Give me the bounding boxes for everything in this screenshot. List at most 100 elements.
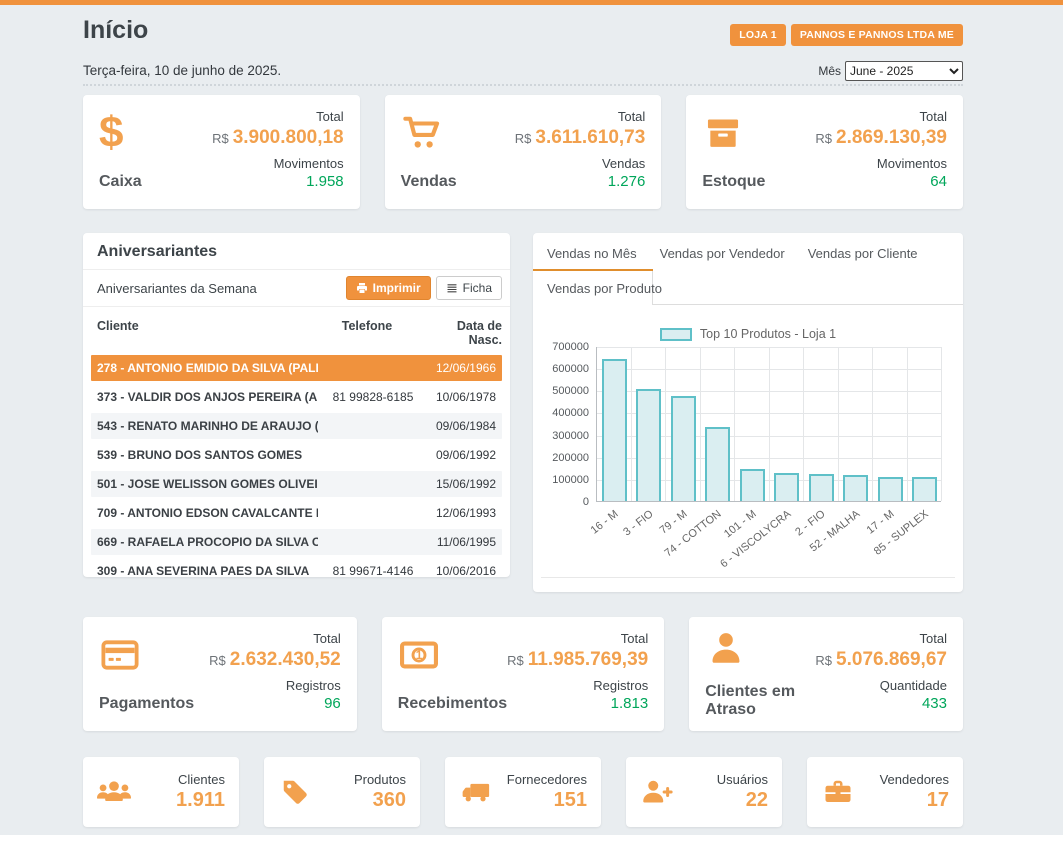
bar — [809, 474, 834, 501]
gridline — [769, 347, 770, 501]
y-axis-tick-label: 500000 — [533, 385, 589, 397]
total-value: 3.900.800,18 — [233, 127, 344, 148]
card-label: Vendas — [401, 173, 511, 191]
printer-icon — [356, 282, 368, 294]
stat-value: 22 — [680, 789, 768, 812]
currency-prefix: R$ — [507, 653, 524, 668]
table-row[interactable]: 501 - JOSE WELISSON GOMES OLIVEIR...15/0… — [91, 471, 502, 497]
column-cliente: Cliente — [97, 319, 312, 347]
currency-prefix: R$ — [815, 131, 832, 146]
table-row[interactable]: 669 - RAFAELA PROCOPIO DA SILVA CA...11/… — [91, 529, 502, 555]
bar — [774, 473, 799, 501]
clientes-stat-card: Clientes 1.911 — [83, 757, 239, 827]
gridline — [872, 347, 873, 501]
y-axis-tick-label: 200000 — [533, 452, 589, 464]
count-label: Quantidade — [880, 678, 947, 693]
count-value: 433 — [922, 695, 947, 712]
count-label: Movimentos — [274, 156, 344, 171]
bar — [740, 469, 765, 501]
total-value: 2.632.430,52 — [230, 649, 341, 670]
estoque-card: Estoque Total R$2.869.130,39 Movimentos … — [686, 95, 963, 209]
chart-legend: Top 10 Produtos - Loja 1 — [533, 327, 963, 341]
stat-label: Usuários — [680, 772, 768, 787]
currency-prefix: R$ — [515, 131, 532, 146]
birthdate-cell: 10/06/1978 — [428, 390, 502, 404]
page-title: Início — [83, 16, 148, 45]
produtos-stat-card: Produtos 360 — [264, 757, 420, 827]
tab-vendas-por-vendedor[interactable]: Vendas por Vendedor — [660, 246, 785, 261]
table-row[interactable]: 373 - VALDIR DOS ANJOS PEREIRA (AN...81 … — [91, 384, 502, 410]
dashboard-page: Início LOJA 1 PANNOS E PANNOS LTDA ME Te… — [0, 0, 1063, 843]
card-label: Clientes em Atraso — [705, 683, 814, 719]
total-value: 11.985.769,39 — [528, 649, 648, 670]
footer-bar — [0, 835, 1063, 843]
count-value: 1.958 — [306, 173, 344, 190]
svg-text:1: 1 — [415, 648, 422, 662]
birthdate-cell: 11/06/1995 — [428, 535, 502, 549]
birthdate-cell: 10/06/2016 — [428, 564, 502, 578]
month-label: Mês — [818, 64, 841, 78]
user-plus-icon — [640, 777, 674, 807]
month-select[interactable]: June - 2025 — [845, 61, 963, 81]
tabs-bottom-border — [653, 304, 963, 305]
currency-prefix: R$ — [209, 653, 226, 668]
stat-label: Clientes — [137, 772, 225, 787]
truck-icon — [459, 777, 493, 807]
bar — [878, 477, 903, 501]
table-row[interactable]: 539 - BRUNO DOS SANTOS GOMES09/06/1992 — [91, 442, 502, 468]
total-value: 3.611.610,73 — [535, 127, 645, 148]
total-value: 2.869.130,39 — [836, 127, 947, 148]
caixa-card: $ Caixa Total R$3.900.800,18 Movimentos … — [83, 95, 360, 209]
total-label: Total — [621, 631, 648, 646]
table-row[interactable]: 309 - ANA SEVERINA PAES DA SILVA81 99671… — [91, 558, 502, 584]
count-value: 1.813 — [611, 695, 649, 712]
client-cell: 501 - JOSE WELISSON GOMES OLIVEIR... — [97, 477, 318, 491]
store-button[interactable]: LOJA 1 — [730, 24, 786, 46]
gridline — [838, 347, 839, 501]
print-button[interactable]: Imprimir — [346, 276, 431, 300]
sales-tabs: Vendas no Mês Vendas por Vendedor Vendas… — [547, 246, 918, 261]
total-label: Total — [920, 109, 947, 124]
stat-value: 17 — [861, 789, 949, 812]
header-divider — [83, 84, 963, 86]
list-icon — [446, 282, 458, 294]
phone-cell: 81 99828-6185 — [318, 390, 428, 404]
total-label: Total — [313, 631, 340, 646]
client-cell: 278 - ANTONIO EMIDIO DA SILVA (PALE... — [97, 361, 318, 375]
briefcase-icon — [821, 777, 855, 807]
count-label: Vendas — [602, 156, 645, 171]
vendedores-stat-card: Vendedores 17 — [807, 757, 963, 827]
birthdays-title: Aniversariantes — [83, 233, 510, 270]
tab-vendas-por-cliente[interactable]: Vendas por Cliente — [808, 246, 918, 261]
legend-label: Top 10 Produtos - Loja 1 — [700, 327, 836, 341]
birthdays-table-header: Cliente Telefone Data de Nasc. — [83, 307, 510, 355]
vendas-card: Vendas Total R$3.611.610,73 Vendas 1.276 — [385, 95, 662, 209]
gridline — [631, 347, 632, 501]
ficha-button[interactable]: Ficha — [436, 276, 502, 300]
tab-vendas-por-produto[interactable]: Vendas por Produto — [533, 271, 653, 305]
total-label: Total — [316, 109, 343, 124]
birthdate-cell: 09/06/1984 — [428, 419, 502, 433]
gridline — [734, 347, 735, 501]
shopping-cart-icon — [401, 114, 443, 152]
birthdays-panel: Aniversariantes Aniversariantes da Seman… — [83, 233, 510, 577]
table-row[interactable]: 543 - RENATO MARINHO DE ARAUJO (F...09/0… — [91, 413, 502, 439]
company-button[interactable]: PANNOS E PANNOS LTDA ME — [791, 24, 963, 46]
birthdate-cell: 12/06/1966 — [428, 361, 502, 375]
top-accent-bar — [0, 0, 1063, 5]
clientes-em-atraso-card: Clientes em Atraso Total R$5.076.869,67 … — [689, 617, 963, 731]
table-row[interactable]: 709 - ANTONIO EDSON CAVALCANTE D...12/06… — [91, 500, 502, 526]
client-cell: 539 - BRUNO DOS SANTOS GOMES — [97, 448, 318, 462]
tab-vendas-no-mes[interactable]: Vendas no Mês — [547, 246, 637, 261]
table-row[interactable]: 278 - ANTONIO EMIDIO DA SILVA (PALE... 12… — [91, 355, 502, 381]
count-value: 96 — [324, 695, 341, 712]
currency-prefix: R$ — [212, 131, 229, 146]
summary-cards-top: $ Caixa Total R$3.900.800,18 Movimentos … — [83, 95, 963, 209]
bar — [602, 359, 627, 501]
gridline — [907, 347, 908, 501]
legend-swatch — [660, 328, 692, 341]
gridline — [700, 347, 701, 501]
count-label: Movimentos — [877, 156, 947, 171]
stat-label: Fornecedores — [499, 772, 587, 787]
client-cell: 309 - ANA SEVERINA PAES DA SILVA — [97, 564, 318, 578]
